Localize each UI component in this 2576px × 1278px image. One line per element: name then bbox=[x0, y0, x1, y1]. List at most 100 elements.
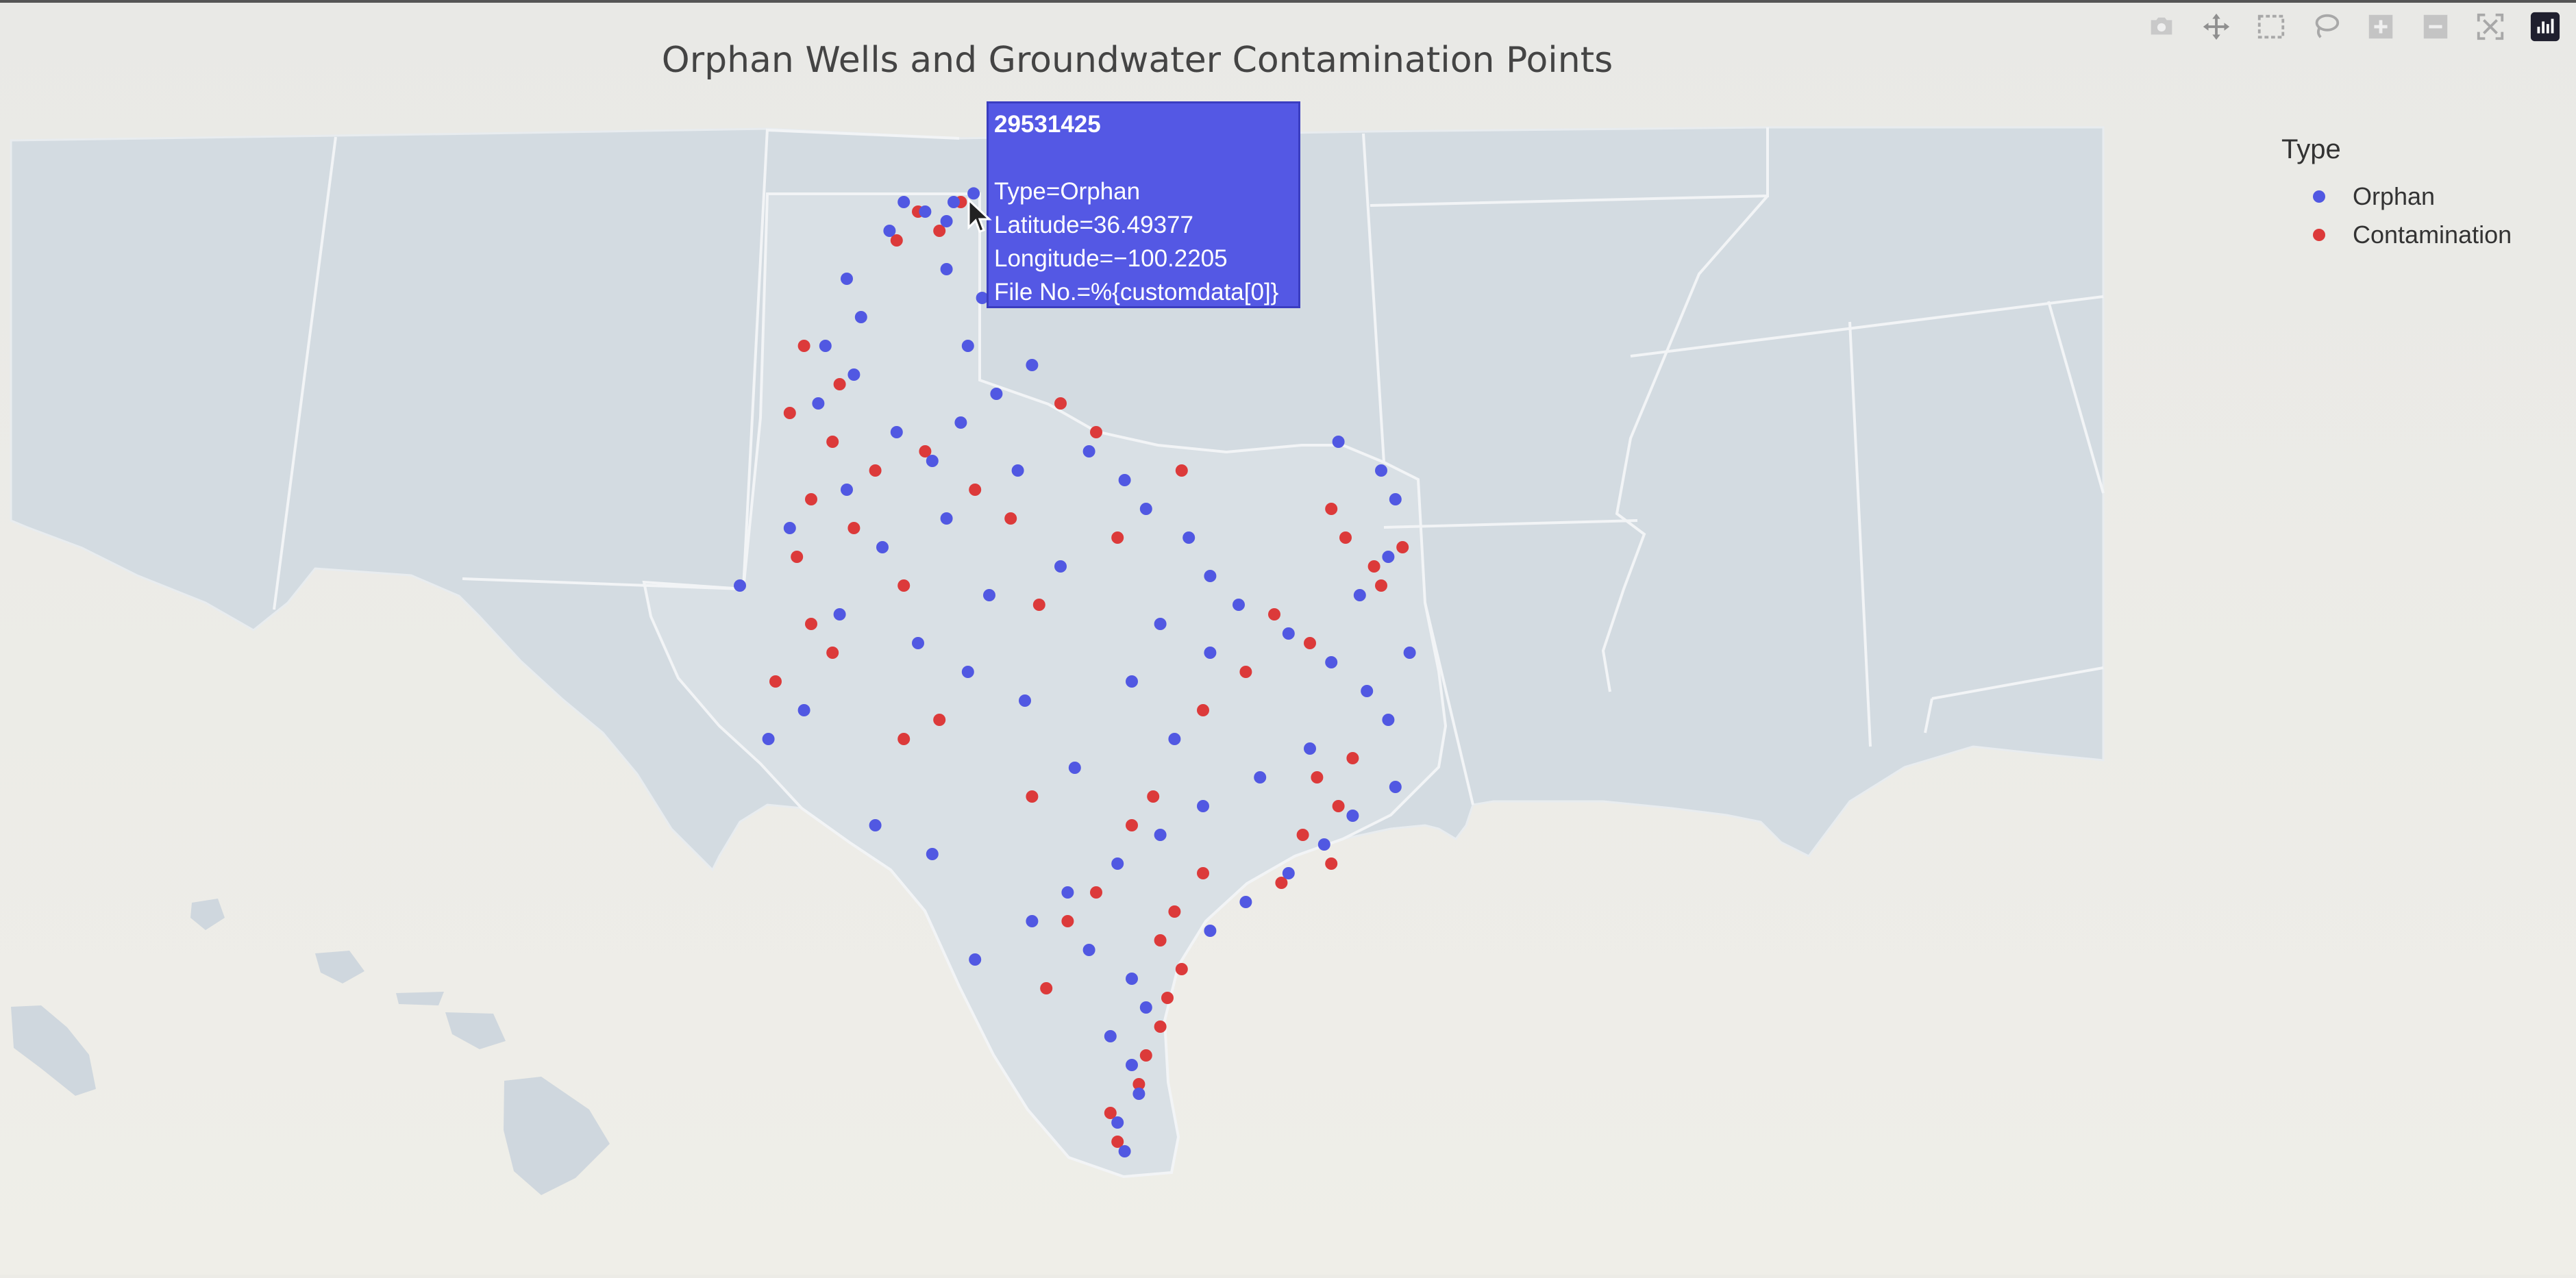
box-select-icon[interactable] bbox=[2254, 10, 2288, 44]
orphan-point[interactable] bbox=[1019, 694, 1031, 707]
contamination-point[interactable] bbox=[1126, 819, 1138, 831]
orphan-point[interactable] bbox=[926, 455, 939, 467]
orphan-point[interactable] bbox=[926, 848, 939, 860]
orphan-point[interactable] bbox=[1389, 781, 1402, 793]
contamination-point[interactable] bbox=[1111, 531, 1124, 544]
contamination-point[interactable] bbox=[1339, 531, 1352, 544]
orphan-point[interactable] bbox=[1332, 436, 1345, 448]
lasso-icon[interactable] bbox=[2309, 10, 2343, 44]
orphan-point[interactable] bbox=[812, 397, 825, 410]
contamination-point[interactable] bbox=[783, 407, 796, 419]
orphan-point[interactable] bbox=[1254, 771, 1267, 784]
orphan-point[interactable] bbox=[1126, 675, 1138, 688]
orphan-point[interactable] bbox=[1204, 570, 1217, 582]
orphan-point[interactable] bbox=[1233, 599, 1245, 611]
orphan-point[interactable] bbox=[990, 388, 1003, 400]
camera-icon[interactable] bbox=[2144, 10, 2179, 44]
contamination-point[interactable] bbox=[1175, 963, 1188, 975]
orphan-point[interactable] bbox=[961, 666, 974, 678]
plotly-logo-icon[interactable] bbox=[2528, 10, 2562, 44]
orphan-point[interactable] bbox=[854, 311, 867, 323]
orphan-point[interactable] bbox=[1139, 1001, 1152, 1014]
contamination-point[interactable] bbox=[805, 493, 817, 505]
contamination-point[interactable] bbox=[1040, 982, 1053, 994]
orphan-point[interactable] bbox=[1204, 925, 1217, 937]
contamination-point[interactable] bbox=[897, 733, 911, 745]
orphan-point[interactable] bbox=[1154, 829, 1167, 841]
contamination-point[interactable] bbox=[1332, 800, 1345, 812]
orphan-point[interactable] bbox=[819, 340, 832, 352]
orphan-point[interactable] bbox=[876, 541, 889, 553]
orphan-point[interactable] bbox=[1204, 647, 1217, 659]
orphan-point[interactable] bbox=[883, 225, 896, 237]
orphan-point[interactable] bbox=[969, 953, 982, 966]
orphan-point[interactable] bbox=[1325, 656, 1338, 668]
contamination-point[interactable] bbox=[1090, 426, 1102, 438]
orphan-point[interactable] bbox=[734, 579, 746, 592]
contamination-point[interactable] bbox=[791, 551, 804, 563]
orphan-point[interactable] bbox=[940, 512, 953, 525]
orphan-point[interactable] bbox=[1154, 618, 1167, 630]
contamination-point[interactable] bbox=[1154, 934, 1167, 947]
contamination-point[interactable] bbox=[1311, 771, 1324, 784]
orphan-point[interactable] bbox=[1104, 1030, 1117, 1042]
orphan-point[interactable] bbox=[1382, 551, 1395, 563]
orphan-point[interactable] bbox=[1168, 733, 1181, 745]
orphan-point[interactable] bbox=[1026, 915, 1039, 927]
contamination-point[interactable] bbox=[1161, 992, 1174, 1004]
contamination-point[interactable] bbox=[1346, 752, 1359, 764]
orphan-point[interactable] bbox=[919, 205, 932, 218]
orphan-point[interactable] bbox=[948, 196, 960, 208]
orphan-point[interactable] bbox=[841, 484, 853, 496]
orphan-point[interactable] bbox=[1011, 464, 1024, 477]
contamination-point[interactable] bbox=[869, 464, 882, 477]
map-chart[interactable]: Orphan Wells and Groundwater Contaminati… bbox=[0, 0, 2576, 1275]
legend-item-orphan[interactable]: Orphan bbox=[2281, 177, 2512, 216]
contamination-point[interactable] bbox=[1168, 905, 1181, 918]
orphan-point[interactable] bbox=[1403, 647, 1416, 659]
orphan-point[interactable] bbox=[940, 263, 953, 275]
orphan-point[interactable] bbox=[961, 340, 974, 352]
autoscale-icon[interactable] bbox=[2473, 10, 2507, 44]
contamination-point[interactable] bbox=[1325, 857, 1338, 870]
contamination-point[interactable] bbox=[1296, 829, 1309, 841]
orphan-point[interactable] bbox=[1304, 742, 1316, 755]
contamination-point[interactable] bbox=[805, 618, 817, 630]
orphan-point[interactable] bbox=[1282, 627, 1295, 640]
contamination-point[interactable] bbox=[1239, 666, 1252, 678]
orphan-point[interactable] bbox=[1061, 886, 1074, 899]
orphan-point[interactable] bbox=[1026, 359, 1039, 371]
contamination-point[interactable] bbox=[933, 714, 946, 726]
orphan-point[interactable] bbox=[847, 368, 860, 381]
orphan-point[interactable] bbox=[1126, 1059, 1138, 1071]
orphan-point[interactable] bbox=[1389, 493, 1402, 505]
orphan-point[interactable] bbox=[783, 522, 796, 534]
orphan-point[interactable] bbox=[1139, 503, 1152, 515]
orphan-point[interactable] bbox=[954, 416, 967, 429]
legend-item-contamination[interactable]: Contamination bbox=[2281, 216, 2512, 254]
orphan-point[interactable] bbox=[762, 733, 775, 745]
contamination-point[interactable] bbox=[1054, 397, 1067, 410]
orphan-point[interactable] bbox=[1068, 762, 1081, 774]
zoom-out-icon[interactable] bbox=[2418, 10, 2453, 44]
contamination-point[interactable] bbox=[1139, 1049, 1152, 1062]
contamination-point[interactable] bbox=[1197, 867, 1209, 879]
orphan-point[interactable] bbox=[1197, 800, 1209, 812]
orphan-point[interactable] bbox=[1111, 1116, 1124, 1129]
contamination-point[interactable] bbox=[1367, 560, 1380, 573]
orphan-point[interactable] bbox=[912, 637, 924, 649]
contamination-point[interactable] bbox=[1396, 541, 1409, 553]
orphan-point[interactable] bbox=[797, 704, 810, 716]
contamination-point[interactable] bbox=[1325, 503, 1338, 515]
contamination-point[interactable] bbox=[897, 579, 911, 592]
zoom-in-icon[interactable] bbox=[2364, 10, 2398, 44]
contamination-point[interactable] bbox=[1268, 608, 1280, 621]
contamination-point[interactable] bbox=[826, 436, 839, 448]
orphan-point[interactable] bbox=[1382, 714, 1395, 726]
contamination-point[interactable] bbox=[1090, 886, 1102, 899]
contamination-point[interactable] bbox=[1154, 1020, 1167, 1033]
orphan-point[interactable] bbox=[897, 196, 911, 208]
orphan-point[interactable] bbox=[841, 273, 853, 285]
orphan-point[interactable] bbox=[833, 608, 846, 621]
orphan-point[interactable] bbox=[983, 589, 995, 601]
